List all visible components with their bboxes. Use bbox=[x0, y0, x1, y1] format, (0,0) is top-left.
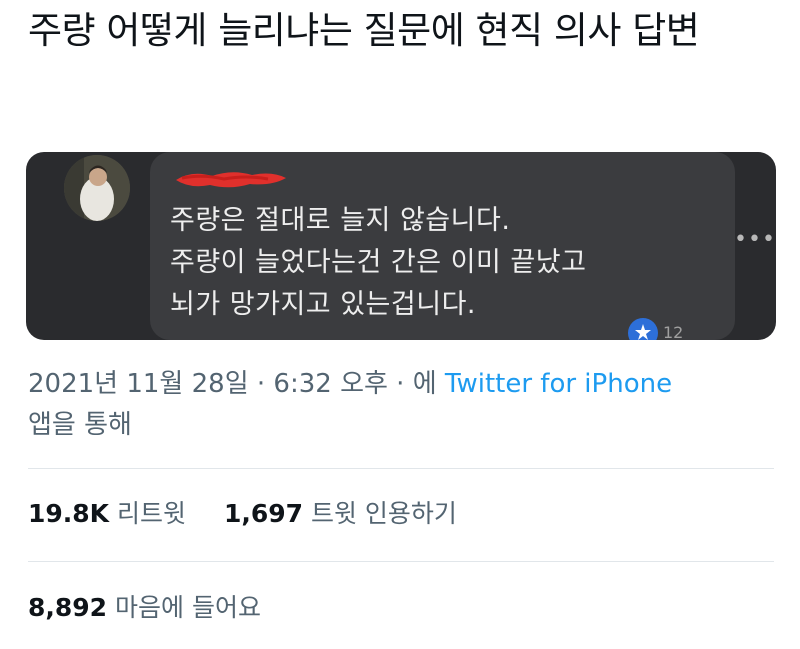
retweets-stat[interactable]: 19.8K 리트윗 bbox=[28, 499, 194, 528]
timestamp: 2021년 11월 28일 · 6:32 오후 · 에 bbox=[28, 369, 437, 399]
retweets-count: 19.8K bbox=[28, 499, 110, 528]
likes-row: 8,892 마음에 들어요 bbox=[28, 592, 261, 624]
comment-line: 주량은 절대로 늘지 않습니다. bbox=[170, 205, 511, 236]
quotes-count: 1,697 bbox=[223, 499, 304, 528]
tweet-text: 주량 어떻게 늘리냐는 질문에 현직 의사 답변 bbox=[28, 9, 700, 52]
tweet-meta: 2021년 11월 28일 · 6:32 오후 · 에 Twitter for … bbox=[28, 364, 768, 446]
reaction-icon bbox=[628, 318, 658, 340]
divider bbox=[28, 561, 774, 562]
likes-stat[interactable]: 8,892 마음에 들어요 bbox=[28, 593, 261, 622]
likes-label: 마음에 들어요 bbox=[115, 593, 261, 622]
avatar bbox=[64, 155, 130, 221]
source-suffix: 앱을 통해 bbox=[28, 410, 132, 440]
retweets-label: 리트윗 bbox=[117, 499, 187, 528]
comment-line: 뇌가 망가지고 있는겁니다. bbox=[170, 289, 476, 320]
quotes-label: 트윗 인용하기 bbox=[310, 499, 457, 528]
tweet-media-image[interactable]: 주량은 절대로 늘지 않습니다. 주량이 늘었다는건 간은 이미 끝났고 뇌가 … bbox=[26, 152, 776, 340]
comment-line: 주량이 늘었다는건 간은 이미 끝났고 bbox=[170, 247, 587, 278]
engagement-row: 19.8K 리트윗 1,697 트윗 인용하기 bbox=[28, 498, 457, 530]
quotes-stat[interactable]: 1,697 트윗 인용하기 bbox=[216, 499, 457, 528]
source-link[interactable]: Twitter for iPhone bbox=[445, 369, 672, 399]
more-icon[interactable]: ••• bbox=[734, 229, 775, 251]
reaction-count: 12 bbox=[663, 323, 684, 340]
likes-count: 8,892 bbox=[28, 593, 108, 622]
divider bbox=[28, 468, 774, 469]
comment-bubble: 주량은 절대로 늘지 않습니다. 주량이 늘었다는건 간은 이미 끝났고 뇌가 … bbox=[150, 152, 735, 340]
redaction-scribble bbox=[176, 172, 286, 188]
